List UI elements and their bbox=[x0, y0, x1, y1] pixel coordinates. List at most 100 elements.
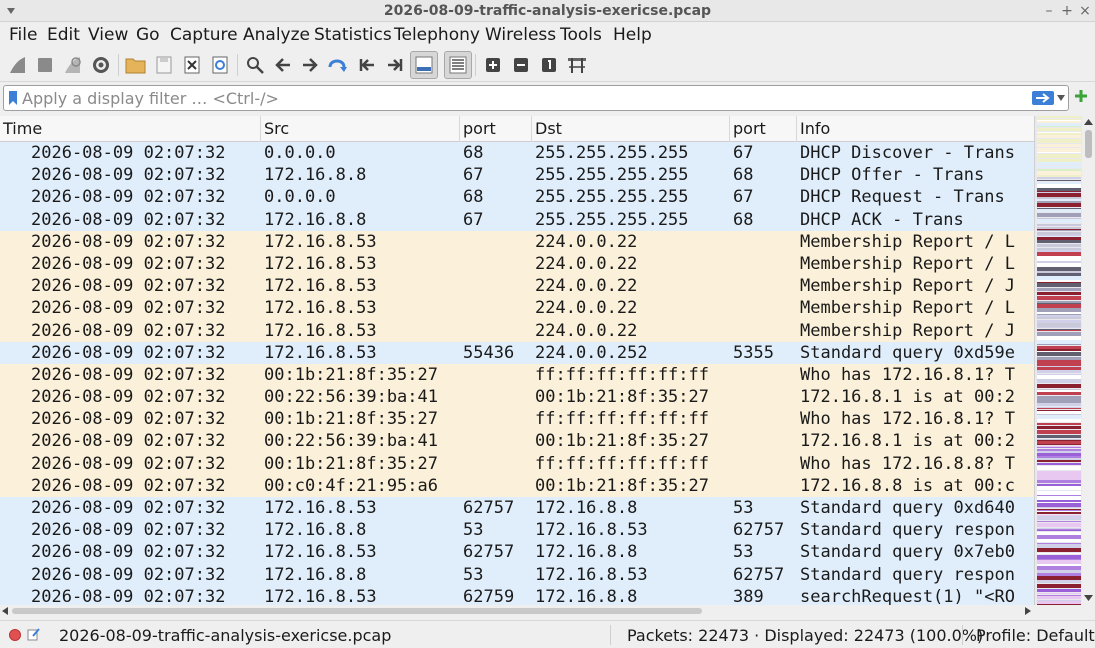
packet-row[interactable]: 2026-08-09 02:07:32 172.16.8.53 224.0.0.22… bbox=[0, 230, 1034, 253]
packet-info: Membership Report / L bbox=[800, 298, 1015, 319]
packet-dst-port: 62757 bbox=[733, 520, 785, 541]
go-to-packet-icon[interactable] bbox=[324, 51, 352, 79]
packet-dst: 224.0.0.22 bbox=[535, 298, 638, 319]
packet-row[interactable]: 2026-08-09 02:07:32 172.16.8.53 224.0.0.22… bbox=[0, 319, 1034, 342]
menu-file[interactable]: File bbox=[9, 24, 37, 46]
column-header-dst-port[interactable]: port bbox=[730, 116, 797, 142]
packet-row[interactable]: 2026-08-09 02:07:32 172.16.8.53 62757 172.1… bbox=[0, 541, 1034, 564]
scroll-down-arrow-icon[interactable] bbox=[1084, 594, 1093, 602]
status-profile[interactable]: Profile: Default bbox=[976, 626, 1095, 645]
colorize-icon[interactable] bbox=[444, 51, 472, 79]
packet-row[interactable]: 2026-08-09 02:07:32 172.16.8.53 62757 172.1… bbox=[0, 497, 1034, 520]
packet-row[interactable]: 2026-08-09 02:07:32 00:c0:4f:21:95:a6 00:1… bbox=[0, 474, 1034, 497]
menu-edit[interactable]: Edit bbox=[47, 24, 80, 46]
menu-view[interactable]: View bbox=[88, 24, 128, 46]
packet-src-port: 62757 bbox=[463, 542, 515, 563]
packet-row[interactable]: 2026-08-09 02:07:32 00:1b:21:8f:35:27 ff:f… bbox=[0, 363, 1034, 387]
zoom-out-icon[interactable] bbox=[507, 51, 535, 79]
packet-time: 2026-08-09 02:07:32 bbox=[31, 564, 226, 585]
restart-icon[interactable] bbox=[59, 51, 87, 79]
open-file-icon[interactable] bbox=[122, 51, 150, 79]
packet-src-port: 62759 bbox=[463, 586, 515, 605]
menu-analyze[interactable]: Analyze bbox=[243, 24, 310, 46]
minimap-line bbox=[1037, 521, 1081, 522]
shark-fin-start-icon[interactable] bbox=[4, 51, 32, 79]
menu-statistics[interactable]: Statistics bbox=[314, 24, 392, 46]
close-window-button[interactable]: × bbox=[1077, 2, 1093, 20]
toolbar-separator bbox=[475, 54, 476, 76]
column-header-src[interactable]: Src bbox=[261, 116, 460, 142]
vertical-scroll-thumb[interactable] bbox=[1085, 130, 1092, 158]
horizontal-scroll-thumb[interactable] bbox=[12, 608, 702, 614]
column-header-src-port[interactable]: port bbox=[460, 116, 532, 142]
zoom-in-icon[interactable] bbox=[479, 51, 507, 79]
packet-row[interactable]: 2026-08-09 02:07:32 172.16.8.53 224.0.0.22… bbox=[0, 297, 1034, 320]
close-file-icon[interactable] bbox=[178, 51, 206, 79]
packet-row[interactable]: 2026-08-09 02:07:32 0.0.0.0 68 255.255.255.… bbox=[0, 142, 1034, 165]
bookmark-icon[interactable] bbox=[9, 91, 17, 105]
packet-time: 2026-08-09 02:07:32 bbox=[31, 143, 226, 163]
go-forward-icon[interactable] bbox=[296, 51, 324, 79]
packet-row[interactable]: 2026-08-09 02:07:32 172.16.8.53 55436 224.0… bbox=[0, 341, 1034, 364]
packet-color-minimap[interactable] bbox=[1034, 116, 1082, 605]
packet-time: 2026-08-09 02:07:32 bbox=[31, 453, 226, 474]
packet-row[interactable]: 2026-08-09 02:07:32 172.16.8.53 62759 172.1… bbox=[0, 585, 1034, 605]
minimize-button[interactable]: – bbox=[1041, 2, 1057, 20]
packet-dst-port bbox=[733, 386, 796, 408]
packet-rows: 2026-08-09 02:07:32 0.0.0.0 68 255.255.255.… bbox=[0, 142, 1034, 605]
save-file-icon[interactable] bbox=[150, 51, 178, 79]
column-header-dst[interactable]: Dst bbox=[532, 116, 730, 142]
packet-dst: 255.255.255.255 bbox=[535, 187, 689, 208]
autoscroll-icon[interactable] bbox=[410, 51, 438, 79]
packet-time: 2026-08-09 02:07:32 bbox=[31, 475, 226, 496]
packet-row[interactable]: 2026-08-09 02:07:32 00:1b:21:8f:35:27 ff:f… bbox=[0, 408, 1034, 431]
capture-comment-icon[interactable] bbox=[27, 627, 41, 641]
packet-src: 172.16.8.53 bbox=[264, 342, 377, 363]
scroll-right-arrow-icon[interactable] bbox=[1024, 607, 1031, 615]
reload-icon[interactable] bbox=[206, 51, 234, 79]
resize-columns-icon[interactable] bbox=[563, 51, 591, 79]
column-header-info[interactable]: Info bbox=[797, 116, 1034, 142]
menu-tools[interactable]: Tools bbox=[560, 24, 602, 46]
expert-info-icon[interactable] bbox=[9, 629, 21, 641]
packet-src-port: 68 bbox=[463, 187, 484, 208]
packet-row[interactable]: 2026-08-09 02:07:32 00:22:56:39:ba:41 00:1… bbox=[0, 430, 1034, 453]
menu-telephony[interactable]: Telephony bbox=[394, 24, 480, 46]
scroll-up-arrow-icon[interactable] bbox=[1084, 118, 1093, 126]
packet-row[interactable]: 2026-08-09 02:07:32 172.16.8.8 67 255.255.2… bbox=[0, 164, 1034, 187]
scroll-left-arrow-icon[interactable] bbox=[2, 607, 9, 615]
find-icon[interactable] bbox=[241, 51, 269, 79]
column-header-time[interactable]: Time bbox=[0, 116, 261, 142]
vertical-scrollbar[interactable] bbox=[1082, 116, 1095, 605]
packet-row[interactable]: 2026-08-09 02:07:32 172.16.8.53 224.0.0.22… bbox=[0, 275, 1034, 298]
packet-info: searchRequest(1) "<RO bbox=[800, 586, 1015, 605]
chevron-down-icon[interactable] bbox=[1057, 95, 1065, 101]
apply-filter-arrow-icon[interactable] bbox=[1032, 91, 1054, 105]
packet-src-port bbox=[463, 320, 531, 342]
packet-row[interactable]: 2026-08-09 02:07:32 172.16.8.53 224.0.0.22… bbox=[0, 252, 1034, 276]
first-packet-icon[interactable] bbox=[353, 51, 381, 79]
menu-help[interactable]: Help bbox=[613, 24, 652, 46]
minimap-line bbox=[1037, 435, 1081, 438]
menu-wireless[interactable]: Wireless bbox=[485, 24, 556, 46]
minimap-line bbox=[1037, 512, 1081, 514]
menu-go[interactable]: Go bbox=[136, 24, 160, 46]
packet-row[interactable]: 2026-08-09 02:07:32 172.16.8.8 67 255.255.2… bbox=[0, 208, 1034, 231]
display-filter-input[interactable] bbox=[22, 88, 1022, 108]
maximize-button[interactable]: + bbox=[1059, 2, 1075, 20]
packet-src-port: 55436 bbox=[463, 342, 515, 363]
menu-capture[interactable]: Capture bbox=[170, 24, 238, 46]
last-packet-icon[interactable] bbox=[381, 51, 409, 79]
capture-options-icon[interactable] bbox=[87, 51, 115, 79]
packet-row[interactable]: 2026-08-09 02:07:32 0.0.0.0 68 255.255.255.… bbox=[0, 186, 1034, 209]
minimap-line bbox=[1037, 330, 1081, 331]
go-back-icon[interactable] bbox=[269, 51, 297, 79]
packet-row[interactable]: 2026-08-09 02:07:32 00:1b:21:8f:35:27 ff:f… bbox=[0, 452, 1034, 475]
add-filter-button-icon[interactable] bbox=[1074, 89, 1088, 103]
normal-size-icon[interactable] bbox=[535, 51, 563, 79]
packet-row[interactable]: 2026-08-09 02:07:32 172.16.8.8 53 172.16.8.… bbox=[0, 519, 1034, 542]
packet-row[interactable]: 2026-08-09 02:07:32 172.16.8.8 53 172.16.8.… bbox=[0, 563, 1034, 586]
horizontal-scrollbar[interactable] bbox=[0, 605, 1034, 617]
packet-row[interactable]: 2026-08-09 02:07:32 00:22:56:39:ba:41 00:1… bbox=[0, 386, 1034, 409]
stop-icon[interactable] bbox=[31, 51, 59, 79]
